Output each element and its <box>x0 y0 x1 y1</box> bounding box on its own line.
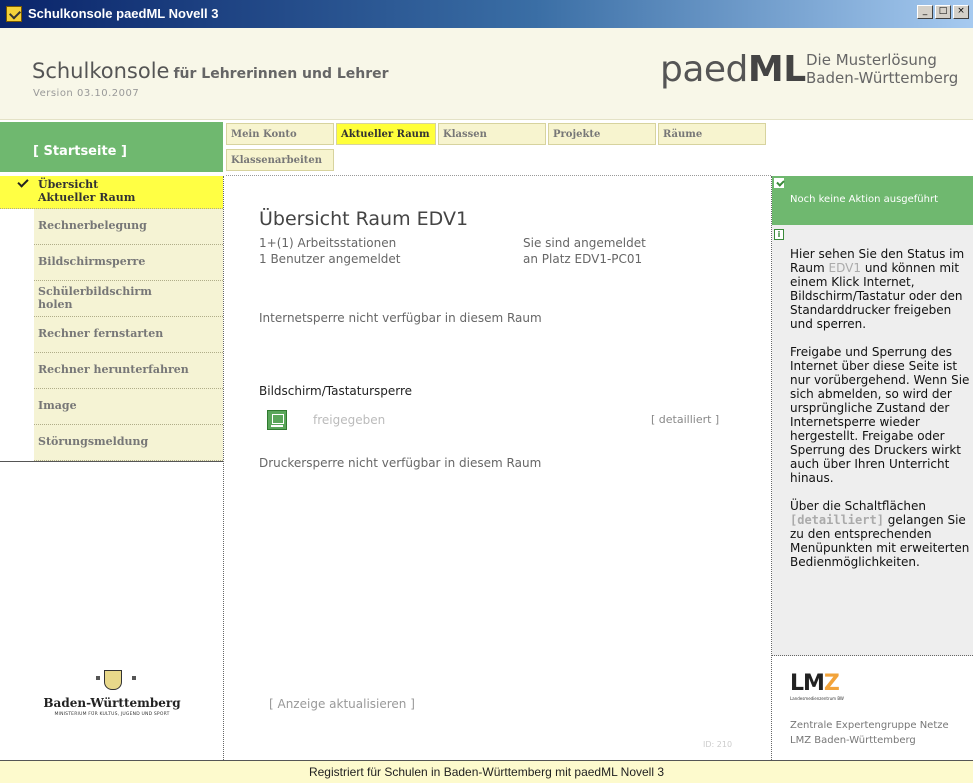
brand-tagline-1: Die Musterlösung <box>806 51 937 69</box>
sidebar-item-bildschirmsperre[interactable]: Bildschirmsperre <box>34 245 223 281</box>
detail-link[interactable]: [ detailliert ] <box>651 413 719 426</box>
version-label: Version 03.10.2007 <box>33 88 140 99</box>
sidebar-item-label: Schülerbildschirm <box>38 285 152 298</box>
sidebar-divider <box>0 461 223 462</box>
help-paragraph: Hier sehen Sie den Status im Raum EDV1 u… <box>790 247 973 331</box>
internet-lock-status: Internetsperre nicht verfügbar in diesem… <box>259 311 542 325</box>
lmz-logo-text: LM <box>790 671 825 696</box>
tab-klassenarbeiten[interactable]: Klassenarbeiten <box>226 149 334 171</box>
action-status: Noch keine Aktion ausgeführt <box>772 176 973 225</box>
bw-crest-icon <box>96 668 136 692</box>
user-count: 1 Benutzer angemeldet <box>259 252 401 266</box>
tab-bar-row2: Klassenarbeiten <box>226 149 336 171</box>
main-content: Übersicht Raum EDV1 1+(1) Arbeitsstation… <box>224 176 771 760</box>
expert-group-line1: Zentrale Expertengruppe Netze <box>790 720 949 731</box>
lmz-logo-z: Z <box>823 671 840 696</box>
maximize-button[interactable]: □ <box>935 5 951 19</box>
brand-tagline: Die Musterlösung Baden-Württemberg <box>806 51 958 87</box>
detail-button-reference: [detailliert] <box>790 513 884 527</box>
tab-projekte[interactable]: Projekte <box>548 123 656 145</box>
page-id: ID: 210 <box>703 740 733 749</box>
check-icon <box>16 179 28 189</box>
room-name: EDV1 <box>828 261 862 275</box>
app-check-icon <box>6 6 22 22</box>
sidebar-item-rechnerbelegung[interactable]: Rechnerbelegung <box>34 209 223 245</box>
help-text: Hier sehen Sie den Status im Raum EDV1 u… <box>790 247 973 583</box>
workstation-count: 1+(1) Arbeitsstationen <box>259 236 397 250</box>
brand-light: paed <box>660 49 748 90</box>
page-header: Schulkonsole für Lehrerinnen und Lehrer V… <box>0 28 973 120</box>
tab-bar: Mein Konto Aktueller Raum Klassen Projek… <box>226 123 768 145</box>
bw-ministry: MINISTERIUM FÜR KULTUS, JUGEND UND SPORT <box>54 712 170 717</box>
sidebar-item-label: Aktueller Raum <box>38 191 136 204</box>
refresh-link[interactable]: [ Anzeige aktualisieren ] <box>269 697 415 711</box>
tab-mein-konto[interactable]: Mein Konto <box>226 123 334 145</box>
sidebar: Übersicht Aktueller Raum Rechnerbelegung… <box>0 176 223 462</box>
bw-logo: Baden-Württemberg MINISTERIUM FÜR KULTUS… <box>32 668 192 717</box>
login-status: Sie sind angemeldet <box>523 236 646 250</box>
sidebar-item-uebersicht[interactable]: Übersicht Aktueller Raum <box>0 176 223 209</box>
lmz-logo-mark: LMZ <box>790 671 844 696</box>
app-name-text: Schulkonsole <box>32 59 170 83</box>
window-controls: _ □ × <box>917 5 969 19</box>
login-info: Sie sind angemeldet an Platz EDV1-PC01 <box>523 235 646 267</box>
sidebar-item-label: holen <box>38 298 73 311</box>
sidebar-item-label: Übersicht <box>38 178 99 191</box>
window-title: Schulkonsole paedML Novell 3 <box>28 6 219 21</box>
screen-lock-state: freigegeben <box>313 413 386 427</box>
brand-tagline-2: Baden-Württemberg <box>806 69 959 87</box>
screen-lock-heading: Bildschirm/Tastatursperre <box>259 384 413 398</box>
info-box: i Hier sehen Sie den Status im Raum EDV1… <box>772 225 973 656</box>
brand-bold: ML <box>747 49 806 90</box>
close-button[interactable]: × <box>953 5 969 19</box>
app-subtitle: für Lehrerinnen und Lehrer <box>173 66 389 82</box>
help-panel: Noch keine Aktion ausgeführt i Hier sehe… <box>772 176 973 760</box>
lmz-logo-small: Landesmedienzentrum BW <box>790 696 844 701</box>
tab-raeume[interactable]: Räume <box>658 123 766 145</box>
room-stats: 1+(1) Arbeitsstationen 1 Benutzer angeme… <box>259 235 400 267</box>
paedml-logo: paedML <box>660 49 806 90</box>
sidebar-item-fernstarten[interactable]: Rechner fernstarten <box>34 317 223 353</box>
page-title: Übersicht Raum EDV1 <box>259 208 469 230</box>
window-titlebar: Schulkonsole paedML Novell 3 _ □ × <box>0 0 973 28</box>
lmz-logo: LMZ Landesmedienzentrum BW <box>790 671 844 701</box>
sidebar-item-herunterfahren[interactable]: Rechner herunterfahren <box>34 353 223 389</box>
info-icon: i <box>774 229 784 240</box>
status-bar: Registriert für Schulen in Baden-Württem… <box>0 760 973 783</box>
sidebar-item-image[interactable]: Image <box>34 389 223 425</box>
startseite-link[interactable]: [ Startseite ] <box>0 122 223 172</box>
login-place: an Platz EDV1-PC01 <box>523 252 643 266</box>
minimize-button[interactable]: _ <box>917 5 933 19</box>
app-name: Schulkonsole für Lehrerinnen und Lehrer <box>32 59 389 83</box>
help-paragraph: Freigabe und Sperrung des Internet über … <box>790 345 970 485</box>
monitor-icon[interactable] <box>267 410 287 430</box>
bw-name: Baden-Württemberg <box>43 696 181 710</box>
tab-aktueller-raum[interactable]: Aktueller Raum <box>336 123 436 145</box>
help-paragraph: Über die Schaltflächen [detailliert] gel… <box>790 499 973 569</box>
printer-lock-status: Druckersperre nicht verfügbar in diesem … <box>259 456 542 470</box>
action-status-text: Noch keine Aktion ausgeführt <box>790 194 939 205</box>
tab-klassen[interactable]: Klassen <box>438 123 546 145</box>
expert-group: Zentrale Expertengruppe Netze LMZ Baden-… <box>790 718 949 748</box>
sidebar-item-schuelerbildschirm[interactable]: Schülerbildschirm holen <box>34 281 223 317</box>
expert-group-line2: LMZ Baden-Württemberg <box>790 735 916 746</box>
check-icon <box>774 178 784 188</box>
sidebar-item-stoerungsmeldung[interactable]: Störungsmeldung <box>34 425 223 461</box>
help-text-part: Über die Schaltflächen <box>790 499 926 513</box>
